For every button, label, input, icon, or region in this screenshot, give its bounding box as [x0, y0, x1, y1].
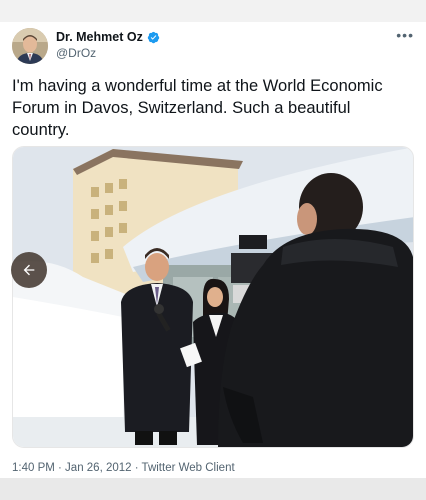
media-photo[interactable] — [12, 146, 414, 448]
top-strip — [0, 0, 426, 22]
photo-image — [13, 147, 413, 447]
more-options-icon[interactable]: ••• — [396, 28, 414, 42]
display-name[interactable]: Dr. Mehmet Oz — [56, 30, 143, 44]
tweet-text: I'm having a wonderful time at the World… — [12, 77, 383, 139]
prev-photo-button[interactable] — [11, 252, 47, 288]
tweet: Dr. Mehmet Oz @DrOz ••• I'm having a won… — [0, 22, 426, 478]
tweet-timestamp[interactable]: 1:40 PM · Jan 26, 2012 · Twitter Web Cli… — [12, 462, 235, 474]
handle[interactable]: @DrOz — [56, 46, 96, 60]
verified-badge-icon — [147, 31, 160, 44]
avatar-image — [12, 28, 48, 64]
name-row: Dr. Mehmet Oz — [56, 30, 160, 44]
avatar[interactable] — [12, 28, 48, 64]
bottom-strip — [0, 478, 426, 500]
arrow-left-icon — [23, 264, 35, 276]
